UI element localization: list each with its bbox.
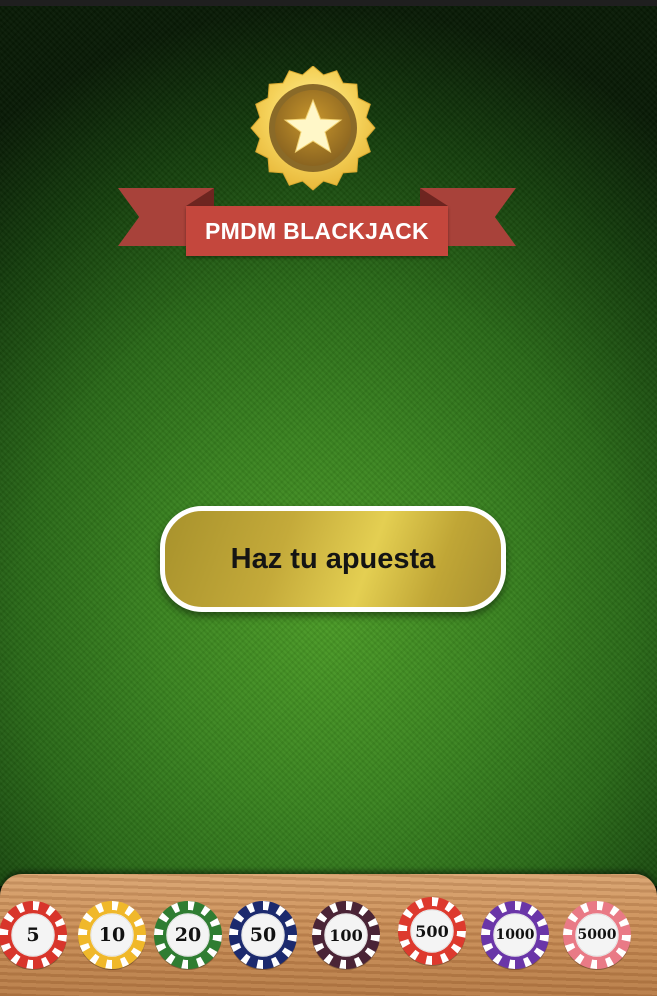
chip-5[interactable]: 5: [0, 900, 68, 970]
chip-1000[interactable]: 1000: [480, 900, 550, 970]
chip-10-value: 10: [98, 924, 126, 946]
chip-1000-value: 1000: [495, 927, 535, 943]
chip-20[interactable]: 20: [153, 900, 223, 970]
chip-5000[interactable]: 5000: [562, 900, 632, 970]
chip-100-value: 100: [329, 925, 363, 945]
chip-5-value: 5: [26, 924, 40, 946]
chip-50-value: 50: [249, 924, 277, 946]
chip-50[interactable]: 50: [228, 900, 298, 970]
game-title: PMDM BLACKJACK: [205, 217, 429, 244]
chip-20-value: 20: [174, 924, 202, 946]
chip-5000-value: 5000: [577, 927, 617, 943]
place-bet-label: Haz tu apuesta: [230, 542, 436, 575]
chip-500-value: 500: [415, 921, 449, 941]
star-medal-icon: [242, 65, 384, 194]
place-bet-button[interactable]: Haz tu apuesta: [160, 506, 506, 612]
chip-10[interactable]: 10: [77, 900, 147, 970]
chip-500[interactable]: 500: [397, 896, 467, 966]
chip-100[interactable]: 100: [311, 900, 381, 970]
title-ribbon: PMDM BLACKJACK: [186, 206, 448, 256]
